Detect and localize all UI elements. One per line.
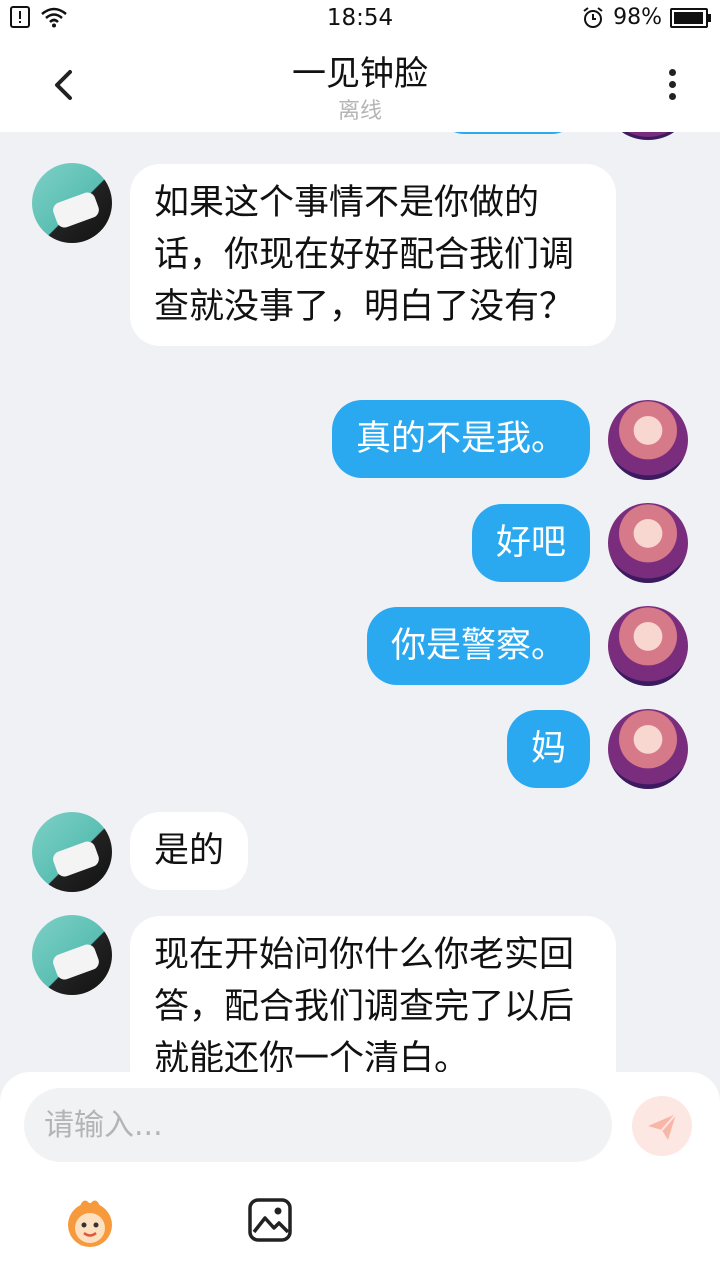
message-list[interactable]: 如果这个事情不是你做的话，你现在好好配合我们调查就没事了，明白了没有？ 真的不是…: [0, 132, 720, 1072]
more-button[interactable]: [652, 64, 692, 108]
send-icon: [648, 1113, 677, 1140]
avatar-contact[interactable]: [32, 163, 112, 243]
chat-title: 一见钟脸: [292, 54, 428, 94]
avatar-self[interactable]: [608, 606, 688, 686]
avatar-contact[interactable]: [32, 915, 112, 995]
composer-panel: [0, 1072, 720, 1280]
battery-fill: [674, 11, 704, 24]
avatar-self[interactable]: [608, 709, 688, 789]
status-bar: 18:54 98%: [0, 0, 720, 38]
avatar-self[interactable]: [608, 400, 688, 480]
battery-percent: 98%: [613, 5, 662, 30]
message-bubble-incoming[interactable]: 是的: [130, 812, 249, 890]
chat-header: 一见钟脸 离线: [0, 38, 720, 132]
image-button[interactable]: [246, 1196, 294, 1244]
send-button[interactable]: [632, 1096, 692, 1156]
image-icon: [248, 1198, 292, 1242]
emoji-icon: [68, 1200, 112, 1247]
message-bubble-incoming[interactable]: 现在开始问你什么你老实回答，配合我们调查完了以后就能还你一个清白。: [130, 916, 616, 1072]
message-bubble-outgoing[interactable]: 你是警察。: [366, 607, 590, 685]
battery-icon: [670, 7, 711, 28]
avatar-self[interactable]: [608, 132, 688, 140]
message-bubble-outgoing[interactable]: 妈: [506, 710, 590, 788]
message-bubble-outgoing[interactable]: 好吧: [471, 504, 590, 582]
status-right-icons: 98%: [581, 5, 711, 30]
avatar-contact[interactable]: [32, 812, 112, 892]
more-vertical-icon: [652, 69, 692, 100]
message-bubble-outgoing: [438, 132, 578, 134]
message-bubble-outgoing[interactable]: 真的不是我。: [331, 400, 590, 478]
alarm-icon: [583, 6, 603, 28]
emoji-button[interactable]: [60, 1192, 120, 1252]
message-bubble-incoming[interactable]: 如果这个事情不是你做的话，你现在好好配合我们调查就没事了，明白了没有？: [130, 164, 616, 346]
chat-status: 离线: [337, 99, 382, 124]
avatar-self[interactable]: [608, 503, 688, 583]
message-input[interactable]: [24, 1088, 612, 1162]
